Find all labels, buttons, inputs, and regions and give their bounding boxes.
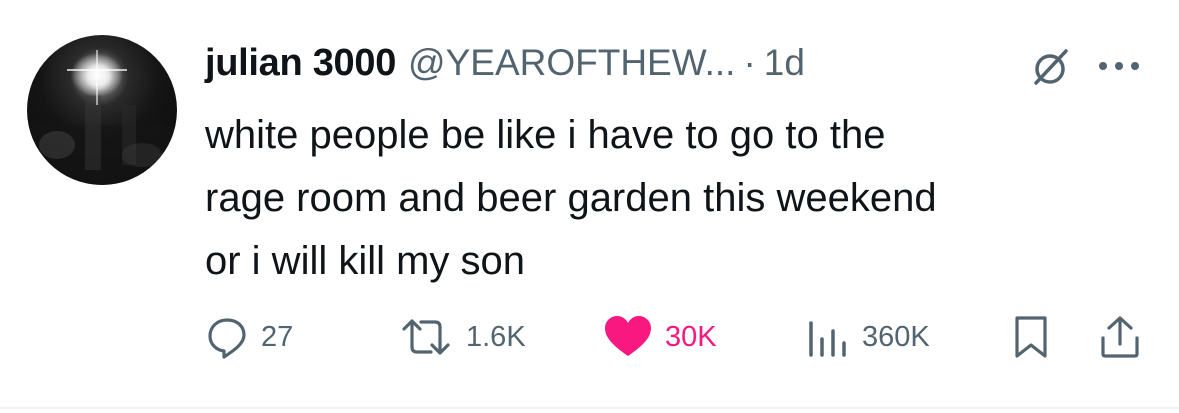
more-icon[interactable] xyxy=(1095,58,1143,74)
views-icon xyxy=(809,321,846,357)
repost-count: 1.6K xyxy=(466,320,526,353)
avatar[interactable] xyxy=(27,35,177,185)
reply-icon xyxy=(208,318,246,359)
separator-dot: · xyxy=(743,42,756,83)
display-name[interactable]: julian 3000 xyxy=(205,42,396,85)
timestamp[interactable]: 1d xyxy=(764,42,805,84)
views-button[interactable]: 360K xyxy=(806,312,930,362)
repost-icon xyxy=(402,319,450,355)
reply-count: 27 xyxy=(261,320,294,353)
reply-button[interactable]: 27 xyxy=(205,312,293,362)
repost-button[interactable]: 1.6K xyxy=(398,312,526,362)
share-button[interactable] xyxy=(1098,312,1142,362)
like-count: 30K xyxy=(665,320,717,353)
share-icon xyxy=(1101,316,1139,358)
user-handle[interactable]: @YEAROFTHEW... xyxy=(408,42,735,84)
action-bar: 27 1.6K 30K 360K xyxy=(0,312,1179,362)
views-count: 360K xyxy=(862,320,930,353)
grok-icon[interactable] xyxy=(1028,45,1072,89)
divider xyxy=(0,407,1179,409)
tweet-header: julian 3000 @YEAROFTHEW... · 1d xyxy=(205,40,805,86)
bookmark-button[interactable] xyxy=(1013,312,1049,362)
tweet: julian 3000 @YEAROFTHEW... · 1d white pe… xyxy=(0,0,1179,413)
bookmark-icon xyxy=(1015,316,1047,358)
tweet-text: white people be like i have to go to the… xyxy=(205,113,937,283)
like-button[interactable]: 30K xyxy=(603,312,717,362)
heart-icon xyxy=(605,316,651,356)
avatar-image xyxy=(27,50,177,185)
